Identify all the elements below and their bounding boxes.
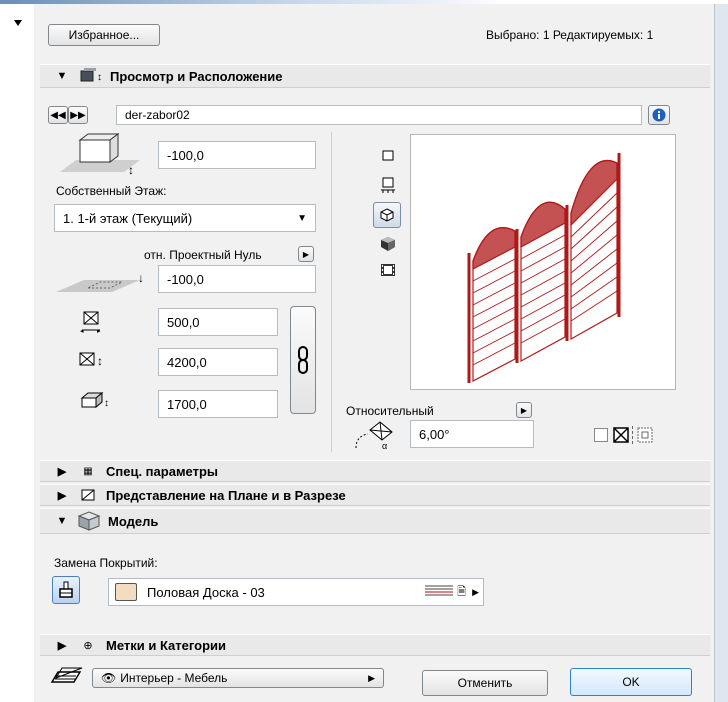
rewind-icon: ◀◀	[50, 109, 66, 121]
view-3d-wireframe-button[interactable]	[373, 202, 401, 228]
forward-icon: ▶▶	[70, 109, 86, 121]
section-model-header[interactable]: ▼ Модель	[40, 508, 710, 534]
object-name-field[interactable]: der-zabor02	[116, 105, 642, 125]
elevation-field[interactable]: -100,0	[158, 265, 316, 293]
angle-field[interactable]: 6,00°	[410, 420, 534, 448]
layer-stack-icon	[48, 666, 84, 688]
next-object-button[interactable]: ▶▶	[68, 106, 88, 124]
svg-text:↕: ↕	[97, 354, 103, 368]
model-cube-icon	[76, 510, 102, 532]
link-proportions-button[interactable]	[290, 306, 316, 414]
layer-dropdown[interactable]: 👁 Интерьер - Мебель ▶	[92, 668, 384, 688]
angle-icon: α	[352, 420, 402, 451]
material-catalog-icon: 🗎	[457, 585, 467, 598]
view-floorplan-button[interactable]	[380, 148, 396, 164]
cancel-button[interactable]: Отменить	[422, 670, 548, 696]
section-custom-params-header[interactable]: ▶ ▦ Спец. параметры	[40, 460, 710, 482]
svg-text:↓: ↓	[138, 271, 144, 285]
svg-text:◂: ◂	[80, 328, 84, 334]
section-title: Просмотр и Расположение	[110, 68, 283, 84]
selection-status: Выбрано: 1 Редактируемых: 1	[486, 28, 654, 42]
elevation-view-icon	[381, 177, 395, 193]
section-title: Метки и Категории	[106, 637, 226, 653]
mirror-result-icon	[636, 426, 654, 444]
width-field[interactable]: 500,0	[158, 308, 278, 336]
reference-menu-button[interactable]: ▶	[298, 246, 314, 262]
collapsed-triangle-icon: ▶	[57, 489, 67, 502]
cube-wireframe-icon	[380, 208, 394, 222]
film-icon	[381, 264, 395, 276]
section-title: Спец. параметры	[106, 463, 219, 479]
collapse-arrow-icon[interactable]	[14, 20, 22, 26]
relative-label: Относительный	[346, 404, 434, 418]
home-story-label: Собственный Этаж:	[56, 184, 167, 198]
collapsed-triangle-icon: ▶	[57, 639, 67, 652]
collapsed-triangle-icon: ▶	[57, 465, 67, 478]
play-icon: ▶	[472, 586, 479, 597]
left-margin	[0, 4, 34, 702]
eye-icon: 👁	[101, 671, 117, 685]
override-toggle-button[interactable]	[52, 576, 80, 604]
view-3d-shaded-button[interactable]	[380, 236, 396, 252]
view-section-button[interactable]	[380, 176, 396, 194]
depth-field[interactable]: 1700,0	[158, 390, 278, 418]
layer-value: Интерьер - Мебель	[120, 671, 228, 685]
svg-text:↕: ↕	[97, 72, 102, 83]
object-3d-icon: ↕	[78, 67, 106, 85]
reference-label: отн. Проектный Нуль	[144, 248, 262, 262]
square-icon	[382, 150, 394, 161]
relative-menu-button[interactable]: ▶	[516, 402, 532, 418]
mirror-axis-divider	[632, 426, 634, 444]
cube-solid-icon	[381, 237, 395, 251]
svg-text:α: α	[382, 441, 387, 450]
fence-preview-image	[467, 153, 621, 383]
mirror-icon	[612, 426, 630, 444]
material-value: Половая Доска - 03	[147, 584, 265, 600]
home-story-dropdown[interactable]: 1. 1-й этаж (Текущий) ▼	[54, 204, 316, 232]
plan-section-icon	[76, 488, 100, 502]
svg-text:▸: ▸	[97, 328, 101, 334]
depth-icon: ↕	[80, 390, 114, 410]
section-plan-header[interactable]: ▶ Представление на Плане и в Разрезе	[40, 484, 710, 506]
svg-text:↕: ↕	[104, 398, 109, 409]
play-icon: ▶	[520, 405, 528, 415]
home-story-value: 1. 1-й этаж (Текущий)	[63, 210, 193, 226]
window-scrollbar[interactable]	[714, 4, 728, 702]
section-title: Модель	[108, 513, 159, 529]
section-title: Представление на Плане и в Разрезе	[106, 487, 346, 503]
section-view-position-header[interactable]: ▼ ↕ Просмотр и Расположение	[40, 64, 710, 88]
material-lines-icon	[425, 584, 454, 601]
play-icon: ▶	[302, 249, 310, 259]
prev-object-button[interactable]: ◀◀	[48, 106, 68, 124]
paint-brush-icon	[59, 581, 73, 598]
object-preview	[410, 134, 676, 390]
height-field[interactable]: -100,0	[158, 141, 316, 169]
width-icon: ◂ ▸	[80, 310, 104, 335]
expanded-triangle-icon: ▼	[56, 515, 68, 527]
height2-field[interactable]: 4200,0	[158, 348, 278, 376]
info-icon	[652, 108, 666, 122]
mirror-checkbox[interactable]	[594, 428, 608, 442]
height-icon: ↕	[78, 350, 108, 370]
surface-override-label: Замена Покрытий:	[54, 556, 158, 570]
elevation-illustration-icon: ↓	[54, 266, 150, 296]
expanded-triangle-icon: ▼	[56, 70, 68, 82]
column-divider	[331, 132, 332, 452]
play-icon: ▶	[368, 672, 375, 683]
params-list-icon: ▦	[83, 465, 93, 477]
section-tags-header[interactable]: ▶ ⊕ Метки и Категории	[40, 634, 710, 656]
material-swatch	[115, 583, 137, 601]
view-film-button[interactable]	[380, 262, 396, 278]
material-dropdown[interactable]: Половая Доска - 03 🗎 ▶	[108, 578, 484, 606]
ok-button[interactable]: OK	[570, 668, 692, 696]
height-illustration-icon: ↕	[54, 132, 144, 180]
svg-text:↕: ↕	[128, 163, 134, 177]
tag-icon: ⊕	[83, 639, 93, 652]
chain-link-icon	[298, 346, 308, 374]
favorites-button[interactable]: Избранное...	[48, 24, 160, 46]
info-button[interactable]	[648, 105, 670, 125]
chevron-down-icon: ▼	[297, 212, 307, 224]
